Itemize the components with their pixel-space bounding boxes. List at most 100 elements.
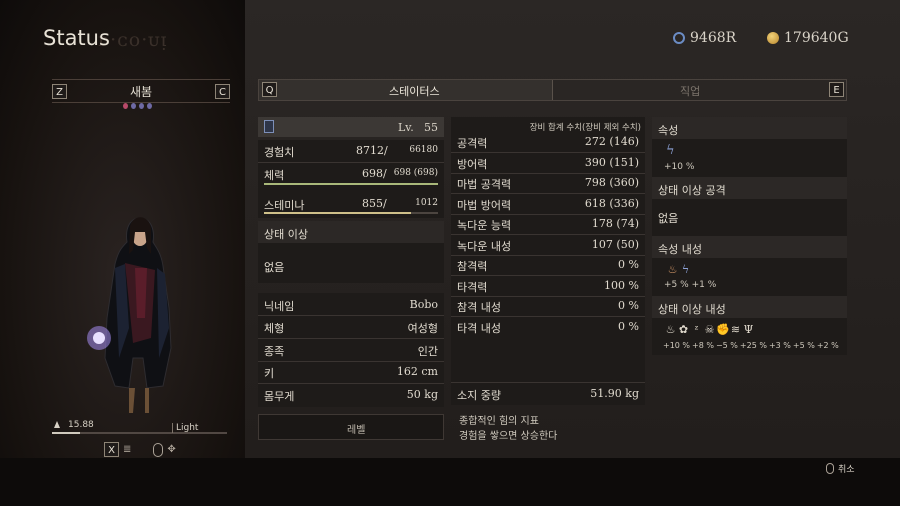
hp-bar-fill	[264, 183, 438, 185]
combat-stat-row[interactable]: 타격 내성 0 %	[451, 320, 645, 338]
resist-value: +5 %	[792, 341, 815, 350]
element-resist-icons: ♨ ϟ	[666, 262, 692, 276]
stamina-label: 스테미나	[264, 199, 305, 212]
lightning-icon: ϟ	[666, 143, 675, 158]
combat-stat-row[interactable]: 마법 방어력 618 (336)	[451, 197, 645, 215]
profile-row-nickname[interactable]: 닉네임 Bobo	[258, 298, 444, 316]
page-title: Status	[43, 26, 110, 50]
exp-label: 경험치	[264, 146, 295, 159]
combat-stats-header: 장비 합계 수치(장비 제외 수치)	[529, 123, 641, 133]
profile-row-weight[interactable]: 몸무게 50 kg	[258, 388, 444, 406]
mouse-right-icon	[826, 463, 834, 474]
carry-weight-row[interactable]: 소지 중량 51.90 kg	[451, 387, 645, 405]
level-button[interactable]: 레벨	[258, 414, 444, 440]
next-tab-key[interactable]: E	[829, 82, 844, 97]
level-row[interactable]: Lv. 55	[258, 117, 444, 137]
resist-value: +3 %	[768, 341, 791, 350]
combat-stat-label: 타격력	[457, 280, 488, 294]
cancel-label: 취소	[838, 465, 855, 475]
ailment-attack-value-text: 없음	[658, 212, 679, 225]
torch-icon: Ψ	[743, 323, 754, 336]
combat-stat-row[interactable]: 타격력 100 %	[451, 279, 645, 297]
tab-vocation[interactable]: 직업	[680, 83, 700, 99]
stamina-bar-fill	[264, 212, 412, 214]
row-divider	[451, 172, 645, 174]
element-resist-values: +5 % +1 %	[664, 280, 716, 290]
ailment-attack-title-text: 상태 이상 공격	[658, 184, 726, 197]
combat-stat-row[interactable]: 마법 공격력 798 (360)	[451, 176, 645, 194]
lightning-icon: ϟ	[681, 263, 690, 276]
combat-stat-label: 마법 방어력	[457, 198, 512, 212]
poison-icon: ✿	[678, 323, 689, 336]
row-divider	[451, 316, 645, 317]
cancel-button[interactable]: 취소	[826, 462, 855, 475]
fire-icon: ♨	[667, 263, 678, 276]
combat-stat-value: 618 (336)	[584, 196, 639, 210]
combat-stat-label: 녹다운 능력	[457, 219, 512, 232]
combat-stat-value: 107 (50)	[591, 237, 639, 251]
combat-stat-label: 녹다운 내성	[457, 239, 512, 253]
resist-value: +10 %	[663, 341, 691, 350]
body-type-value: 여성형	[407, 322, 438, 335]
combat-stat-value: 0 %	[618, 258, 639, 271]
lightning-resist-value: +1 %	[691, 280, 717, 290]
x-key[interactable]: X	[104, 442, 119, 457]
row-divider	[451, 295, 645, 297]
element-title-text: 속성	[658, 124, 679, 137]
carry-weight-label: 소지 중량	[457, 389, 501, 402]
resist-value: +2 %	[816, 341, 839, 350]
rift-crystal-counter: 9468R	[673, 30, 736, 46]
combat-stat-row[interactable]: 참격력 0 %	[451, 258, 645, 276]
ailment-title-text: 상태 이상	[264, 228, 308, 241]
vitals-panel: 경험치 8712/ 66180 체력 698/ 698 (698) 스테미나 8…	[258, 140, 444, 218]
weight-label: 몸무게	[264, 390, 295, 403]
height-label: 키	[264, 367, 275, 380]
resist-value: +8 %	[692, 341, 714, 350]
gold-coin-icon	[767, 32, 779, 44]
exp-max: 66180	[409, 145, 438, 155]
next-character-key[interactable]: C	[215, 83, 230, 99]
combat-stat-value: 798 (360)	[584, 176, 639, 189]
nickname-label: 닉네임	[264, 300, 295, 313]
party-dot	[123, 103, 128, 109]
hp-label: 체력	[264, 169, 285, 182]
combat-stat-value: 100 %	[604, 278, 639, 292]
stamina-current: 855/	[362, 197, 387, 210]
character-controls: X ≣ ✥	[104, 442, 176, 457]
profile-row-body[interactable]: 체형 여성형	[258, 320, 444, 338]
rotate-icon[interactable]: ✥	[167, 444, 175, 455]
profile-row-race[interactable]: 종족 인간	[258, 343, 444, 361]
skull-icon: ☠	[704, 323, 715, 336]
combat-stat-row[interactable]: 방어력 390 (151)	[451, 156, 645, 174]
rift-crystal-icon	[673, 32, 685, 44]
prev-tab-key[interactable]: Q	[262, 82, 277, 97]
weight-marker-icon	[54, 421, 60, 428]
row-divider	[258, 315, 444, 316]
exp-current: 8712/	[356, 144, 388, 157]
gold-counter: 179640G	[767, 30, 849, 46]
row-divider	[258, 338, 444, 339]
gold-value: 179640G	[784, 30, 849, 46]
ailment-value-text: 없음	[264, 261, 285, 274]
hp-current: 698/	[362, 167, 387, 180]
list-icon: ≣	[123, 444, 132, 455]
combat-stat-row[interactable]: 녹다운 내성 107 (50)	[451, 238, 645, 256]
level-button-label: 레벨	[347, 425, 366, 436]
ailment-resist-values: +10 % +8 % −5 % +25 % +3 % +5 % +2 %	[663, 341, 841, 350]
row-divider	[451, 213, 645, 215]
weight-threshold-tick	[172, 423, 173, 433]
wind-icon: ≋	[730, 323, 741, 336]
combat-stat-row[interactable]: 참격 내성 0 %	[451, 299, 645, 317]
tab-status[interactable]: 스테이터스	[389, 83, 440, 99]
combat-stat-label: 공격력	[457, 137, 488, 150]
combat-stat-value: 272 (146)	[584, 135, 639, 148]
hp-max: 698 (698)	[393, 168, 438, 178]
combat-stats-panel: 장비 합계 수치(장비 제외 수치) 공격력 272 (146) 방어력 390 (1…	[451, 117, 645, 405]
weight-value: 50 kg	[406, 388, 438, 401]
combat-stat-row[interactable]: 녹다운 능력 178 (74)	[451, 217, 645, 235]
fire-resist-value: +5 %	[664, 280, 689, 290]
stat-row-exp[interactable]: 경험치 8712/ 66180	[258, 144, 444, 162]
profile-row-height[interactable]: 키 162 cm	[258, 365, 444, 383]
prev-character-key[interactable]: Z	[52, 83, 67, 99]
combat-stat-row[interactable]: 공격력 272 (146)	[451, 135, 645, 153]
